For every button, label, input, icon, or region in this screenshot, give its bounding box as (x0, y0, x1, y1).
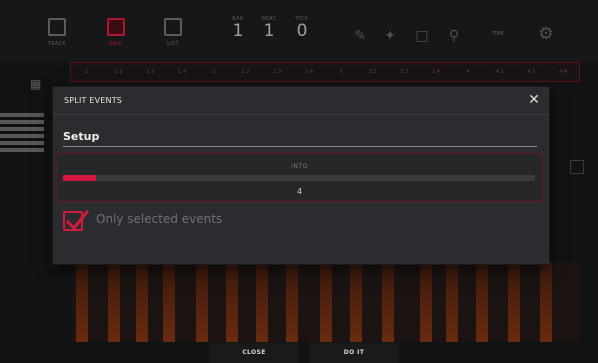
beat-counter[interactable]: BEAT 1 (257, 16, 281, 40)
list-view-button[interactable]: LIST (155, 11, 191, 51)
ruler-tick: 1 (85, 69, 89, 75)
ruler-tick: 1.3 (146, 69, 155, 75)
only-selected-label: Only selected events (96, 212, 223, 226)
note-event[interactable] (226, 262, 238, 342)
checkmark-icon (65, 209, 89, 231)
track-view-button[interactable]: TRACK (39, 11, 75, 51)
section-underline (63, 146, 537, 147)
ruler-tick: 3 (339, 69, 343, 75)
gear-icon[interactable]: ⚙ (536, 24, 556, 44)
track-handle (0, 120, 44, 124)
track-button-caption: TRACK (48, 41, 66, 47)
note-event[interactable] (320, 262, 332, 342)
track-handle (0, 141, 44, 145)
bar-counter[interactable]: BAR 1 (226, 16, 250, 40)
into-label: INTO (290, 163, 309, 170)
ruler-tick: 3.2 (368, 69, 377, 75)
note-event[interactable] (508, 262, 520, 342)
dialog-title: SPLIT EVENTS (64, 96, 123, 105)
pad-grid-icon[interactable]: ▦ (30, 78, 42, 90)
bar-counter-value: 1 (232, 21, 244, 41)
track-handle (0, 148, 44, 152)
list-button-caption: LIST (167, 41, 179, 47)
grid-button-caption: GRID (109, 41, 123, 47)
pencil-icon[interactable]: ✎ (350, 26, 370, 46)
tick-counter[interactable]: TICK 0 (290, 16, 314, 40)
note-event[interactable] (476, 262, 488, 342)
track-icon (48, 18, 66, 36)
note-event[interactable] (350, 262, 362, 342)
do-it-button-label: DO IT (343, 349, 365, 356)
selection-box-icon[interactable]: □ (412, 26, 432, 46)
beat-counter-value: 1 (263, 21, 275, 41)
into-value: 4 (296, 187, 303, 196)
ruler-tick: 2.4 (305, 69, 314, 75)
note-event[interactable] (163, 262, 175, 342)
note-event[interactable] (446, 262, 458, 342)
ruler-tick: 1.2 (114, 69, 123, 75)
ruler-tick: 3.3 (400, 69, 409, 75)
eraser-select-icon[interactable]: ✦ (380, 26, 400, 46)
grid-mode-icon (107, 18, 125, 36)
ruler-tick: 4.2 (495, 69, 504, 75)
list-icon (164, 18, 182, 36)
tick-counter-value: 0 (296, 21, 308, 41)
zoom-icon[interactable]: ⚲ (444, 26, 464, 46)
timeline-ruler[interactable]: 1 1.2 1.3 1.4 2 2.2 2.3 2.4 3 3.2 3.3 3.… (70, 62, 580, 82)
ruler-tick: 4 (466, 69, 470, 75)
note-event[interactable] (540, 262, 552, 342)
time-mode-button[interactable]: TIME (492, 31, 504, 37)
ruler-tick: 4.3 (527, 69, 536, 75)
note-event[interactable] (136, 262, 148, 342)
ruler-tick: 2 (212, 69, 216, 75)
do-it-button[interactable]: DO IT (309, 343, 399, 363)
note-event[interactable] (76, 262, 88, 342)
track-handle (0, 113, 44, 117)
note-event[interactable] (256, 262, 268, 342)
ruler-tick: 2.3 (273, 69, 282, 75)
note-event[interactable] (420, 262, 432, 342)
note-event[interactable] (286, 262, 298, 342)
note-event[interactable] (196, 262, 208, 342)
grid-view-button[interactable]: GRID (98, 11, 134, 51)
time-mode-label: TIME (492, 31, 505, 37)
dialog-divider (53, 114, 549, 115)
into-slider-fill (63, 175, 96, 181)
into-slider-track[interactable] (63, 175, 535, 181)
track-handle (0, 134, 44, 138)
note-event[interactable] (382, 262, 394, 342)
close-button-label: CLOSE (242, 349, 266, 356)
ruler-tick: 1.4 (178, 69, 187, 75)
ruler-tick: 3.4 (432, 69, 441, 75)
note-event[interactable] (108, 262, 120, 342)
section-title: Setup (63, 130, 100, 143)
close-icon[interactable]: ✕ (526, 92, 542, 108)
ruler-tick: 2.2 (241, 69, 250, 75)
close-button[interactable]: CLOSE (209, 343, 299, 363)
ruler-tick: 4.4 (559, 69, 568, 75)
track-handle (0, 127, 44, 131)
side-scroll-icon[interactable] (570, 160, 584, 174)
only-selected-checkbox[interactable] (63, 209, 89, 231)
